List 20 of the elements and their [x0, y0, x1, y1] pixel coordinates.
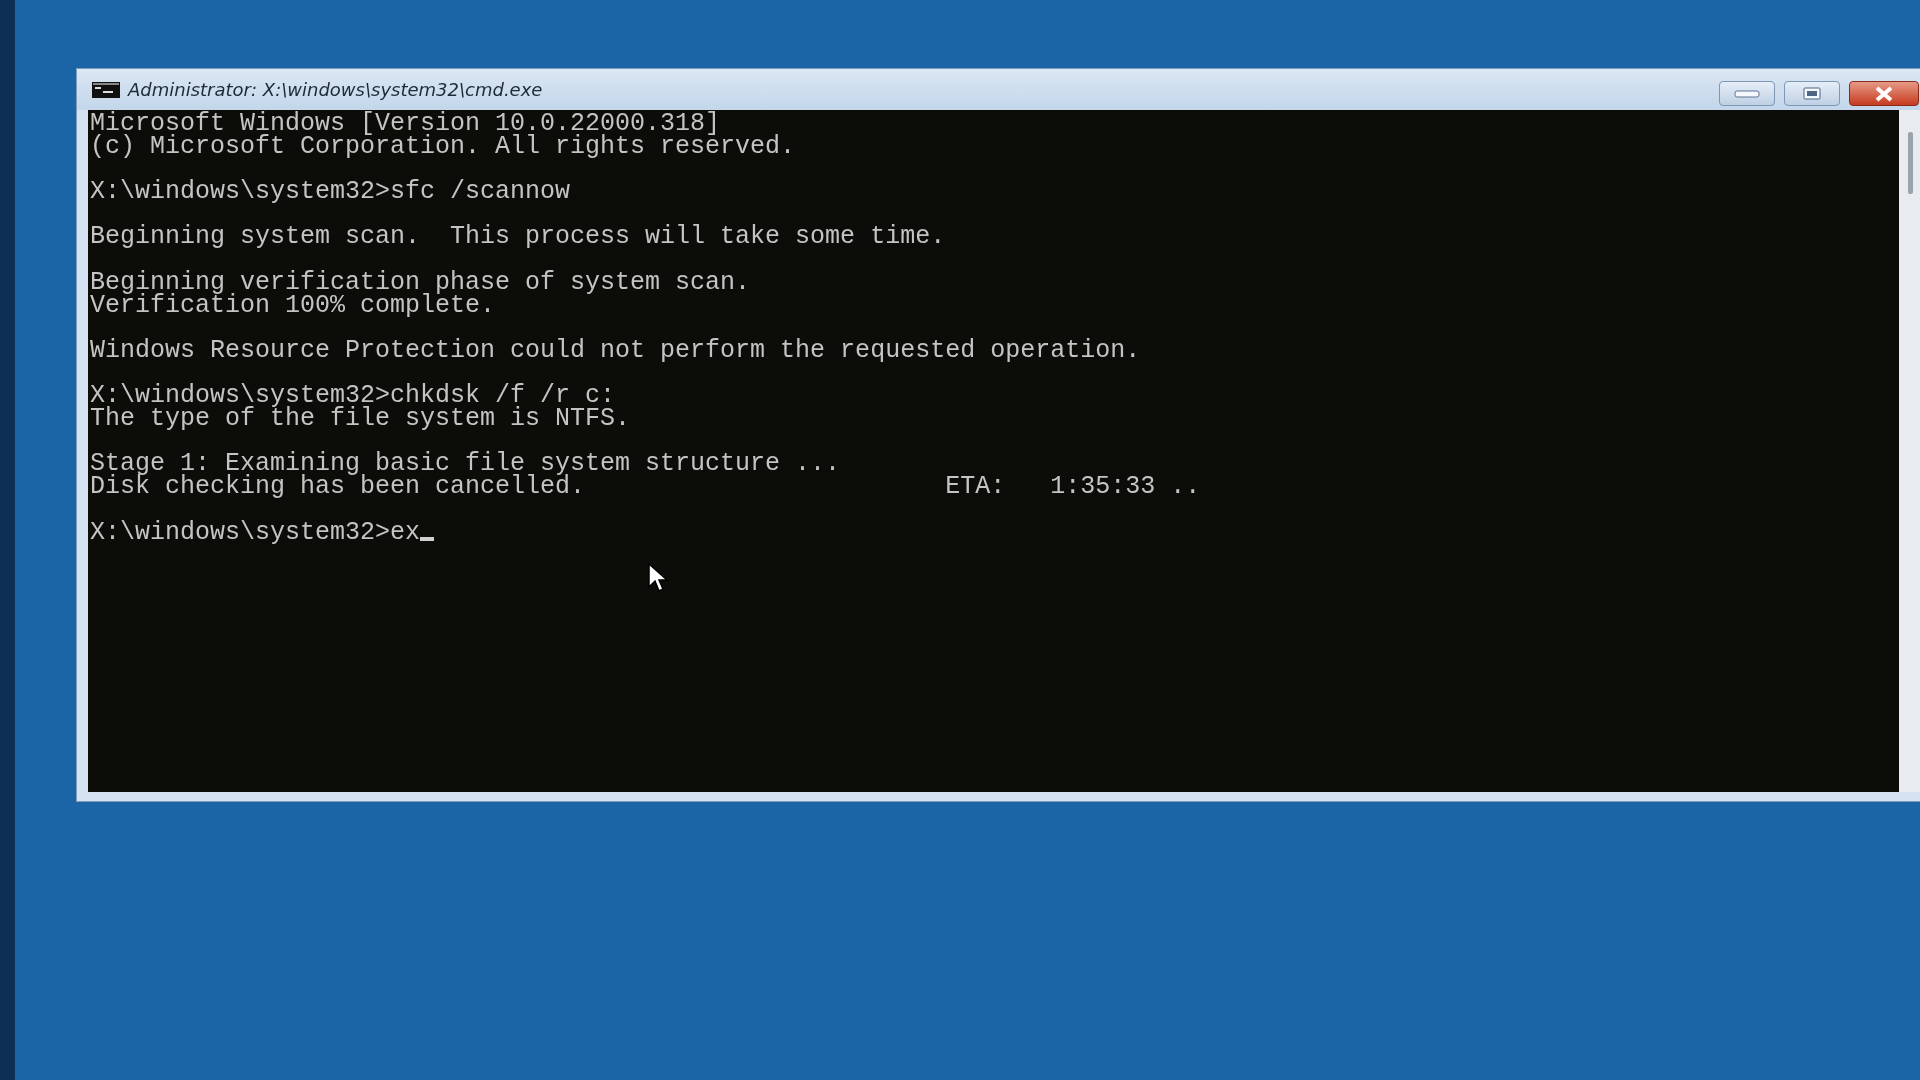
console-line: Beginning system scan. This process will take some time. — [90, 226, 946, 250]
window-title: Administrator: X:\windows\system32\cmd.exe — [128, 79, 544, 100]
console-line: Verification 100% complete. — [90, 294, 496, 318]
text-cursor — [420, 537, 435, 542]
console-line: X:\windows\system32>sfc /scannow — [90, 181, 571, 204]
maximize-button[interactable] — [1784, 81, 1840, 106]
console-line: X:\windows\system32>ex — [90, 521, 421, 545]
scrollbar[interactable] — [1899, 110, 1920, 792]
minimize-button[interactable] — [1719, 81, 1775, 106]
console-line: The type of the file system is NTFS. — [90, 408, 631, 431]
console-line: Disk checking has been cancelled. ETA: 1:35:33 .. — [90, 476, 1201, 499]
scrollbar-thumb[interactable] — [1908, 132, 1913, 194]
minimize-icon — [1734, 89, 1760, 98]
console-icon — [92, 81, 120, 98]
close-icon — [1874, 85, 1894, 102]
mouse-pointer-icon — [648, 563, 670, 595]
console-line: (c) Microsoft Corporation. All rights reserved. — [90, 135, 796, 159]
console-line: Windows Resource Protection could not perform the requested operation. — [90, 339, 1141, 363]
maximize-icon — [1803, 87, 1821, 100]
close-button[interactable] — [1849, 81, 1919, 106]
